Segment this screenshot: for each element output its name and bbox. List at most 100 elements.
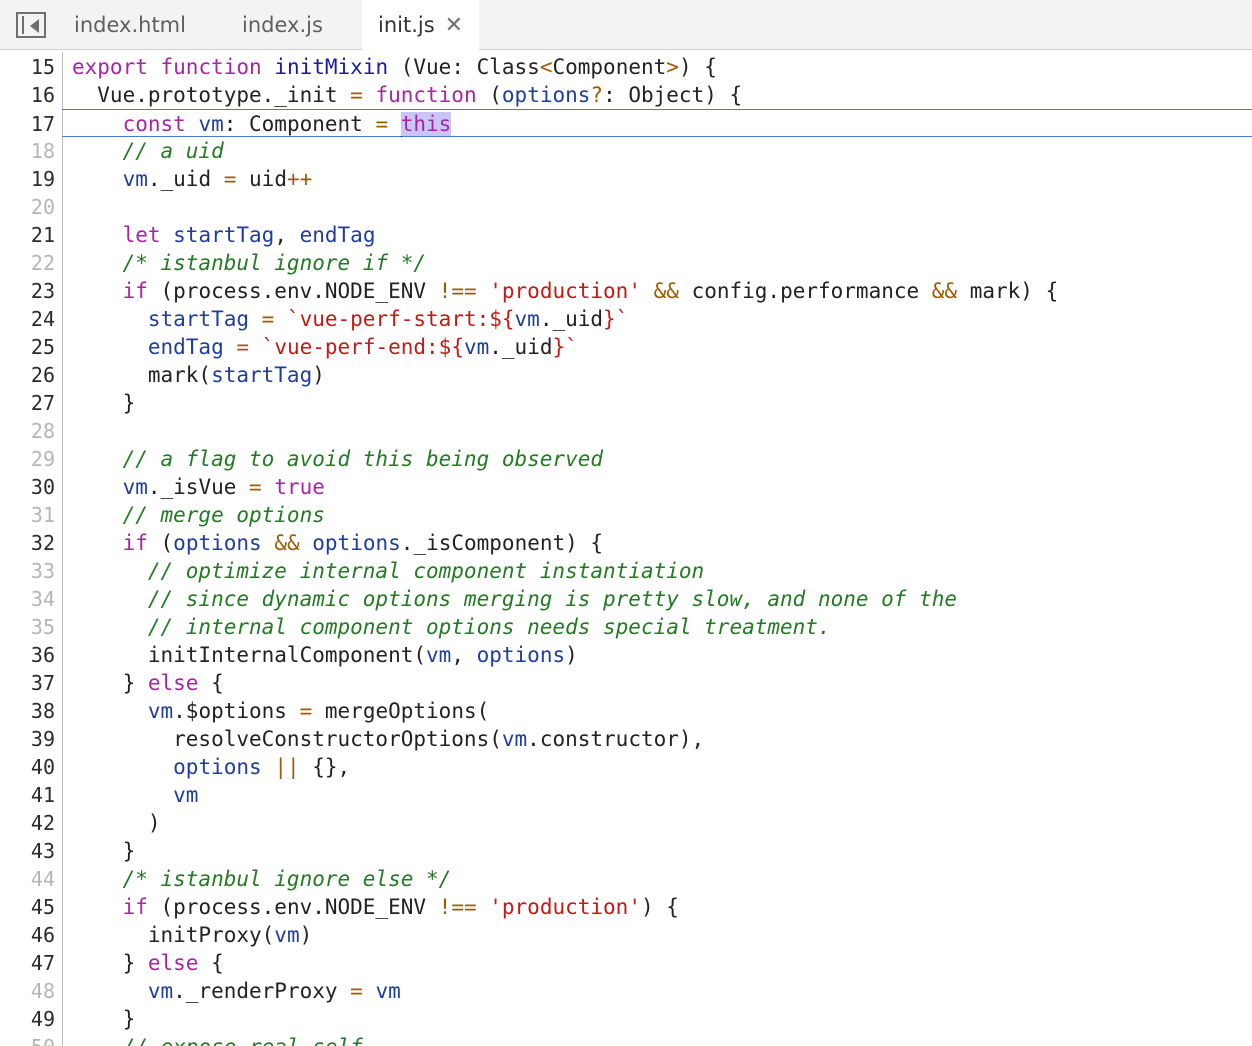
code-line[interactable]: 45 if (process.env.NODE_ENV !== 'product… — [0, 893, 1252, 921]
code-text: if (process.env.NODE_ENV !== 'production… — [72, 277, 1059, 305]
line-number: 29 — [30, 447, 55, 471]
code-token: // optimize internal component instantia… — [72, 559, 705, 583]
code-token: = — [375, 112, 401, 136]
line-number: 50 — [0, 1033, 55, 1046]
code-token: } — [72, 391, 136, 415]
tab-init-js[interactable]: init.js ✕ — [362, 0, 480, 50]
code-token: Component — [552, 55, 667, 79]
code-line[interactable]: 32 if (options && options._isComponent) … — [0, 529, 1252, 557]
code-editor[interactable]: 15 export function initMixin (Vue: Class<… — [0, 52, 1252, 1046]
tab-label: index.js — [242, 13, 323, 37]
code-token: < — [539, 55, 553, 79]
code-token: startTag — [173, 223, 275, 247]
code-token: } — [72, 839, 136, 863]
line-number: 27 — [30, 391, 55, 415]
code-token: !== — [438, 279, 490, 303]
code-line[interactable]: 26 mark(startTag) — [0, 361, 1252, 389]
code-line[interactable]: 30 vm._isVue = true — [0, 473, 1252, 501]
line-number: 43 — [30, 839, 55, 863]
line-number: 41 — [30, 783, 55, 807]
code-text: // a flag to avoid this being observed — [72, 445, 603, 473]
code-text: mark(startTag) — [72, 361, 325, 389]
code-token: , — [274, 223, 300, 247]
code-line[interactable]: 49 } — [0, 1005, 1252, 1033]
code-line[interactable]: 20 — [0, 193, 1252, 221]
code-token: vm — [426, 643, 452, 667]
code-text: vm._renderProxy = vm — [72, 977, 401, 1005]
code-text: if (options && options._isComponent) { — [72, 529, 604, 557]
code-line[interactable]: 41 vm — [0, 781, 1252, 809]
code-token: = — [350, 979, 376, 1003]
code-line[interactable]: 39 resolveConstructorOptions(vm.construc… — [0, 725, 1252, 753]
code-text: resolveConstructorOptions(vm.constructor… — [72, 725, 704, 753]
code-line[interactable]: 43 } — [0, 837, 1252, 865]
code-line-current[interactable]: 17 const vm: Component = this — [31, 109, 1252, 137]
code-token: = — [261, 307, 287, 331]
code-token: ? — [590, 83, 604, 107]
code-line[interactable]: 23 if (process.env.NODE_ENV !== 'product… — [0, 277, 1252, 305]
code-token: vm — [122, 167, 148, 191]
code-token: else — [147, 951, 212, 975]
code-token: : Component — [223, 112, 376, 136]
code-line[interactable]: 42 ) — [0, 809, 1252, 837]
close-icon[interactable]: ✕ — [445, 13, 463, 38]
code-line[interactable]: 19 vm._uid = uid++ — [0, 165, 1252, 193]
code-token: && — [653, 279, 692, 303]
code-token: = — [249, 475, 275, 499]
code-line[interactable]: 40 options || {}, — [0, 753, 1252, 781]
code-line[interactable]: 25 endTag = `vue-perf-end:${vm._uid}` — [0, 333, 1252, 361]
code-line[interactable]: 27 } — [0, 389, 1252, 417]
code-token: 'production' — [489, 279, 654, 303]
code-line[interactable]: 48 vm._renderProxy = vm — [0, 977, 1252, 1005]
code-token: }` — [552, 335, 578, 359]
code-line[interactable]: 37 } else { — [0, 669, 1252, 697]
code-text: } else { — [72, 949, 224, 977]
code-token: } — [72, 671, 148, 695]
code-token: (process.env.NODE_ENV — [160, 279, 439, 303]
code-line[interactable]: 29 // a flag to avoid this being observe… — [0, 445, 1252, 473]
sidebar-toggle-icon[interactable] — [16, 12, 46, 38]
code-token: (Vue: Class — [400, 55, 540, 79]
code-line[interactable]: 44 /* istanbul ignore else */ — [0, 865, 1252, 893]
code-token: !== — [438, 895, 490, 919]
tab-index-js[interactable]: index.js — [242, 0, 323, 50]
code-line[interactable]: 46 initProxy(vm) — [0, 921, 1252, 949]
code-text: if (process.env.NODE_ENV !== 'production… — [72, 893, 679, 921]
code-line[interactable]: 38 vm.$options = mergeOptions( — [0, 697, 1252, 725]
code-token: options — [312, 531, 401, 555]
code-line[interactable]: 16 Vue.prototype._init = function (optio… — [0, 81, 1252, 109]
code-token: initProxy( — [72, 923, 275, 947]
code-line[interactable]: 15 export function initMixin (Vue: Class<… — [0, 53, 1252, 81]
code-line[interactable]: 35 // internal component options needs s… — [0, 613, 1252, 641]
code-token: ++ — [286, 167, 313, 191]
code-token: `vue-perf-start:${ — [286, 307, 515, 331]
code-token: : Object) { — [603, 83, 743, 107]
code-token: function — [375, 83, 490, 107]
code-token: , — [451, 643, 477, 667]
code-line[interactable]: 21 let startTag, endTag — [0, 221, 1252, 249]
code-text: vm — [72, 781, 198, 809]
code-line[interactable]: 50 // expose real self — [0, 1033, 1252, 1046]
code-token: = — [236, 335, 262, 359]
tab-index-html[interactable]: index.html — [74, 0, 186, 50]
code-line[interactable]: 36 initInternalComponent(vm, options) — [0, 641, 1252, 669]
code-line[interactable]: 31 // merge options — [0, 501, 1252, 529]
code-line[interactable]: 24 startTag = `vue-perf-start:${vm._uid}… — [0, 305, 1252, 333]
code-token: } — [72, 1007, 136, 1031]
code-token: vm — [122, 475, 148, 499]
code-token: (process.env.NODE_ENV — [160, 895, 439, 919]
code-text: vm.$options = mergeOptions( — [72, 697, 489, 725]
code-text: /* istanbul ignore else */ — [72, 865, 452, 893]
line-number: 22 — [30, 251, 55, 275]
code-line[interactable]: 22 /* istanbul ignore if */ — [0, 249, 1252, 277]
code-line[interactable]: 28 — [0, 417, 1252, 445]
code-line[interactable]: 18 // a uid — [0, 137, 1252, 165]
code-line[interactable]: 33 // optimize internal component instan… — [0, 557, 1252, 585]
code-line[interactable]: 47 } else { — [0, 949, 1252, 977]
code-token: vm — [375, 979, 401, 1003]
chevron-left-icon — [30, 19, 39, 33]
code-line[interactable]: 34 // since dynamic options merging is p… — [0, 585, 1252, 613]
